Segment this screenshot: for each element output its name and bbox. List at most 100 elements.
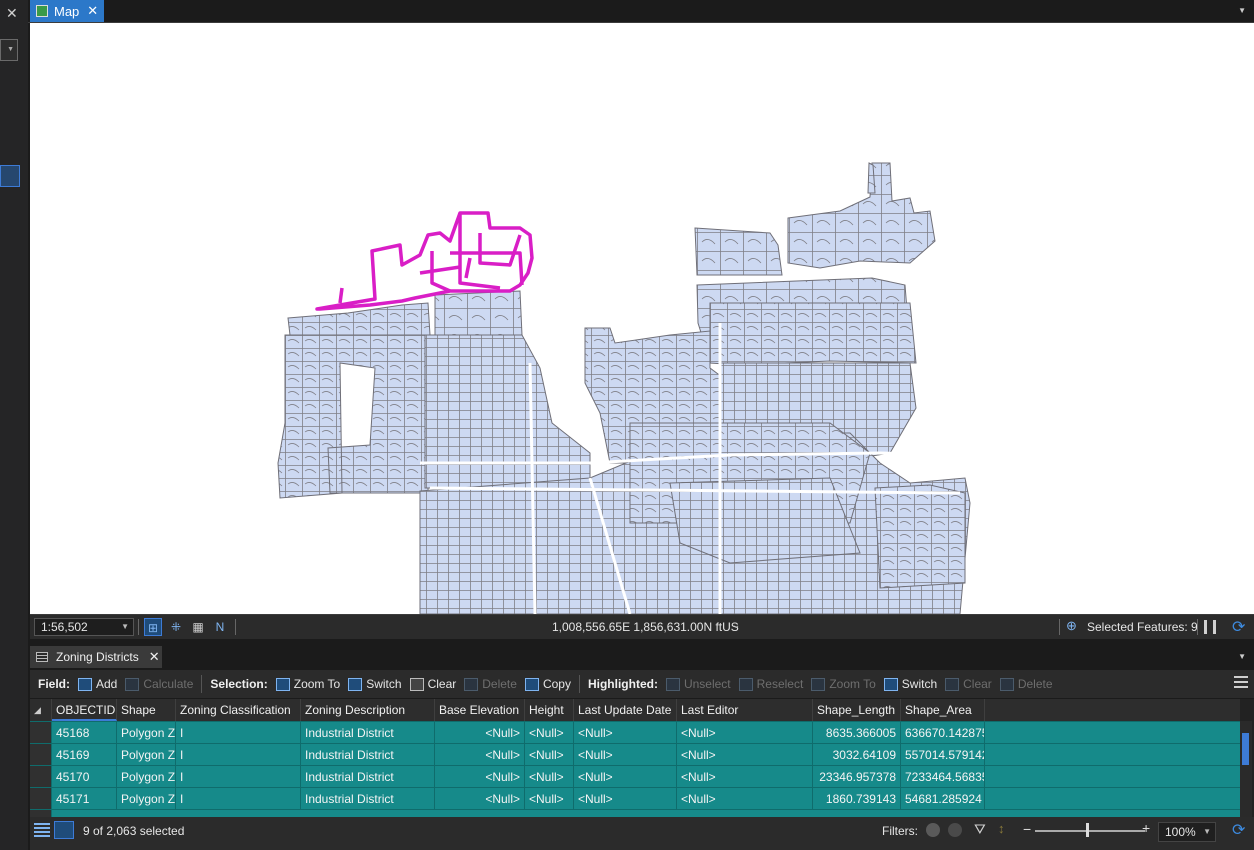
cell-base-elevation[interactable]: <Null> [435, 766, 525, 788]
cell-last-update-date[interactable]: <Null> [574, 722, 677, 744]
sort-icon[interactable]: ↕ [998, 821, 1005, 836]
left-panel-selected-item[interactable] [0, 165, 20, 187]
column-header[interactable]: Shape_Length [813, 699, 901, 721]
copy-selection-button[interactable]: Copy [524, 670, 571, 698]
cell-shape[interactable]: Polygon Z [117, 766, 176, 788]
column-header[interactable]: Height [525, 699, 574, 721]
cell-shape-length[interactable]: 1860.739143 [813, 788, 901, 810]
chevron-down-icon[interactable]: ⌄ [732, 620, 740, 631]
table-vertical-scrollbar[interactable] [1240, 721, 1252, 817]
attribute-table[interactable]: ◢ OBJECTID Shape Zoning Classification Z… [30, 699, 1254, 817]
zoom-percent-select[interactable]: 100% ▼ [1158, 822, 1216, 842]
column-header[interactable]: OBJECTID [52, 699, 117, 721]
column-header[interactable]: Last Update Date [574, 699, 677, 721]
row-selector[interactable] [30, 722, 52, 744]
column-header[interactable]: Zoning Description [301, 699, 435, 721]
cell-height[interactable]: <Null> [525, 722, 574, 744]
table-row[interactable]: 45169 Polygon Z I Industrial District <N… [30, 743, 1240, 766]
reselect-button[interactable]: Reselect [738, 670, 803, 698]
cell-last-editor[interactable]: <Null> [677, 722, 813, 744]
zoom-in-icon[interactable]: + [1142, 820, 1150, 836]
table-row[interactable]: 45170 Polygon Z I Industrial District <N… [30, 765, 1240, 788]
delete-highlighted-button[interactable]: Delete [999, 670, 1053, 698]
cell-last-update-date[interactable]: <Null> [574, 744, 677, 766]
select-tool-icon[interactable]: ⊞ [144, 618, 162, 636]
map-drawing[interactable] [30, 23, 1254, 614]
zoom-to-highlighted-button[interactable]: Zoom To [811, 670, 876, 698]
cell-zoning-classification[interactable]: I [176, 744, 301, 766]
zoom-out-icon[interactable]: − [1023, 821, 1031, 837]
cell-zoning-classification[interactable]: I [176, 766, 301, 788]
clear-highlighted-button[interactable]: Clear [945, 670, 992, 698]
selected-features-count[interactable]: Selected Features: 9 [1087, 620, 1198, 634]
cell-height[interactable]: <Null> [525, 766, 574, 788]
column-header[interactable]: Last Editor [677, 699, 813, 721]
cell-shape-area[interactable]: 54681.285924 [901, 788, 985, 810]
map-view[interactable] [30, 23, 1254, 614]
column-header[interactable]: Shape [117, 699, 176, 721]
filter-icon[interactable]: ⛛ [974, 821, 986, 838]
cell-shape-area[interactable]: 636670.142875 [901, 722, 985, 744]
row-selector[interactable] [30, 810, 52, 817]
pause-icon[interactable] [1204, 620, 1216, 634]
cell-shape-length[interactable]: 3032.64109 [813, 744, 901, 766]
unselect-button[interactable]: Unselect [665, 670, 731, 698]
switch-selection-button[interactable]: Switch [348, 670, 402, 698]
zoom-to-selection-button[interactable]: Zoom To [275, 670, 340, 698]
cell-height[interactable]: <Null> [525, 744, 574, 766]
refresh-icon[interactable]: ⟳ [1232, 617, 1245, 637]
show-selected-records-icon[interactable] [54, 821, 74, 839]
cell-base-elevation[interactable]: <Null> [435, 788, 525, 810]
scrollbar-thumb[interactable] [1242, 733, 1249, 765]
cell-zoning-description[interactable]: Industrial District [301, 722, 435, 744]
cell-last-editor[interactable]: <Null> [677, 788, 813, 810]
cell-zoning-description[interactable]: Industrial District [301, 766, 435, 788]
time-filter-icon[interactable] [926, 823, 940, 837]
zoom-slider-track[interactable] [1035, 830, 1145, 832]
cell-shape[interactable]: Polygon Z [117, 788, 176, 810]
cell-last-update-date[interactable]: <Null> [574, 766, 677, 788]
switch-highlighted-button[interactable]: Switch [883, 670, 937, 698]
zoom-slider-thumb[interactable] [1086, 823, 1089, 837]
cell-height[interactable]: <Null> [525, 788, 574, 810]
cell-zoning-description[interactable]: Industrial District [301, 788, 435, 810]
column-header[interactable]: Zoning Classification [176, 699, 301, 721]
refresh-icon[interactable]: ⟳ [1232, 820, 1245, 840]
show-all-records-icon[interactable] [34, 823, 50, 837]
row-selector[interactable] [30, 766, 52, 788]
range-filter-icon[interactable] [948, 823, 962, 837]
cell-zoning-description[interactable]: Industrial District [301, 744, 435, 766]
cell-objectid[interactable]: 45169 [52, 744, 117, 766]
cell-objectid[interactable]: 45171 [52, 788, 117, 810]
cell-last-update-date[interactable]: <Null> [574, 788, 677, 810]
cell-shape[interactable]: Polygon Z [117, 744, 176, 766]
calculate-field-button[interactable]: Calculate [125, 670, 193, 698]
cell-last-editor[interactable]: <Null> [677, 744, 813, 766]
close-icon[interactable]: ✕ [149, 649, 160, 665]
north-arrow-icon[interactable]: N [211, 618, 229, 636]
tab-map[interactable]: Map ✕ [30, 0, 104, 22]
menu-icon[interactable] [1234, 676, 1248, 688]
tab-zoning-districts[interactable]: Zoning Districts ✕ [30, 646, 162, 668]
cell-shape-area[interactable]: 7233464.56835 [901, 766, 985, 788]
cell-last-editor[interactable]: <Null> [677, 766, 813, 788]
cell-zoning-classification[interactable]: I [176, 788, 301, 810]
column-header[interactable]: Base Elevation [435, 699, 525, 721]
chevron-down-icon[interactable]: ▼ [1238, 652, 1246, 661]
column-header[interactable]: Shape_Area [901, 699, 985, 721]
cell-base-elevation[interactable]: <Null> [435, 744, 525, 766]
cell-objectid[interactable]: 45170 [52, 766, 117, 788]
scale-selector[interactable]: 1:56,502 ▼ [34, 618, 134, 636]
cell-shape-area[interactable]: 557014.579142 [901, 744, 985, 766]
cell-base-elevation[interactable]: <Null> [435, 722, 525, 744]
delete-selection-button[interactable]: Delete [464, 670, 517, 698]
row-selector[interactable] [30, 788, 52, 810]
table-row-partial[interactable] [30, 809, 1240, 817]
clear-selection-button[interactable]: Clear [409, 670, 456, 698]
close-icon[interactable]: ✕ [87, 3, 98, 19]
row-selector[interactable] [30, 744, 52, 766]
chevron-down-icon[interactable]: ▼ [1238, 6, 1246, 15]
add-field-button[interactable]: Add [78, 670, 117, 698]
select-all-corner[interactable]: ◢ [30, 699, 52, 721]
cell-objectid[interactable]: 45168 [52, 722, 117, 744]
